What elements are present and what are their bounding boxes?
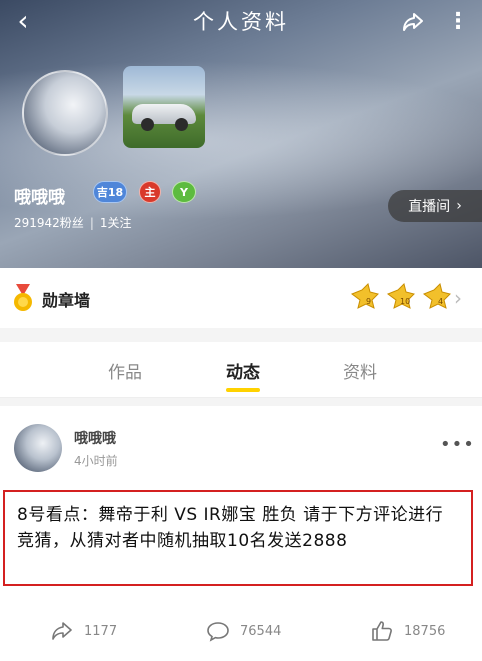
live-room-label: 直播间 xyxy=(408,199,451,215)
top-bar: ‹ 个人资料 ⋮ xyxy=(0,0,482,44)
like-action[interactable]: 18756 xyxy=(370,620,445,642)
share-button[interactable] xyxy=(400,9,426,35)
section-divider xyxy=(0,398,482,406)
divider: | xyxy=(89,216,94,230)
post-card: 哦哦哦 4小时前 ••• 8号看点：舞帝于利 VS IR娜宝 胜负 请于下方评论… xyxy=(0,406,482,661)
chevron-right-icon: › xyxy=(454,286,462,310)
verify-badge: Y xyxy=(172,181,196,203)
share-icon xyxy=(403,13,423,31)
host-badge: 主 xyxy=(139,181,161,203)
comment-icon xyxy=(207,622,229,642)
followers-count[interactable]: 291942粉丝 xyxy=(14,216,84,230)
share-action[interactable]: 1177 xyxy=(50,620,117,642)
post-actions: 1177 76544 18756 xyxy=(0,612,482,652)
tab-profile[interactable]: 资料 xyxy=(320,358,400,383)
live-room-button[interactable]: 直播间 › xyxy=(388,190,482,222)
nickname: 哦哦哦 xyxy=(14,188,65,208)
wing-medal-icon: 4 xyxy=(422,283,451,309)
wing-medal-icon: 9 xyxy=(350,283,379,309)
tab-works[interactable]: 作品 xyxy=(85,358,165,383)
medal-badge-list: 9 10 4 xyxy=(350,282,452,312)
level-badge: 吉18 xyxy=(93,181,127,203)
profile-header: ‹ 个人资料 ⋮ 哦哦哦 吉18 主 Y 291942粉丝 | 1关注 直播间 › xyxy=(0,0,482,268)
medal-wall-label: 勋章墙 xyxy=(42,291,91,310)
post-author-avatar[interactable] xyxy=(14,424,62,472)
active-tab-indicator xyxy=(226,388,260,392)
post-timestamp: 4小时前 xyxy=(74,454,118,468)
tab-dynamic[interactable]: 动态 xyxy=(203,358,283,383)
section-divider xyxy=(0,328,482,342)
share-icon xyxy=(52,622,72,640)
post-more-button[interactable]: ••• xyxy=(440,434,475,455)
following-count[interactable]: 1关注 xyxy=(100,216,132,230)
medal-level: 10 xyxy=(400,297,410,306)
wing-medal-icon: 10 xyxy=(386,283,415,309)
car-wheel xyxy=(175,118,188,131)
avatar[interactable] xyxy=(22,70,108,156)
more-vertical-icon: ⋮ xyxy=(447,8,469,34)
medal-wall[interactable]: 勋章墙 9 10 4 › xyxy=(0,268,482,328)
post-content-highlight: 8号看点：舞帝于利 VS IR娜宝 胜负 请于下方评论进行竞猜，从猜对者中随机抽… xyxy=(3,490,473,586)
comment-action[interactable]: 76544 xyxy=(206,620,281,642)
comment-count: 76544 xyxy=(240,623,282,639)
medal-icon xyxy=(14,284,32,311)
more-horizontal-icon: ••• xyxy=(440,434,475,455)
car-wheel xyxy=(141,118,154,131)
like-count: 18756 xyxy=(404,623,446,639)
profile-tabs: 作品 动态 资料 xyxy=(0,342,482,398)
chevron-right-icon: › xyxy=(456,198,462,214)
post-author-name[interactable]: 哦哦哦 xyxy=(74,428,116,448)
share-count: 1177 xyxy=(84,623,118,639)
medal-level: 9 xyxy=(366,297,371,306)
medal-level: 4 xyxy=(438,297,443,306)
more-button[interactable]: ⋮ xyxy=(446,8,470,34)
thumbs-up-icon xyxy=(372,621,392,641)
post-text: 8号看点：舞帝于利 VS IR娜宝 胜负 请于下方评论进行竞猜，从猜对者中随机抽… xyxy=(17,505,444,551)
car-photo[interactable] xyxy=(123,66,205,148)
follow-stats: 291942粉丝 | 1关注 xyxy=(14,214,132,231)
